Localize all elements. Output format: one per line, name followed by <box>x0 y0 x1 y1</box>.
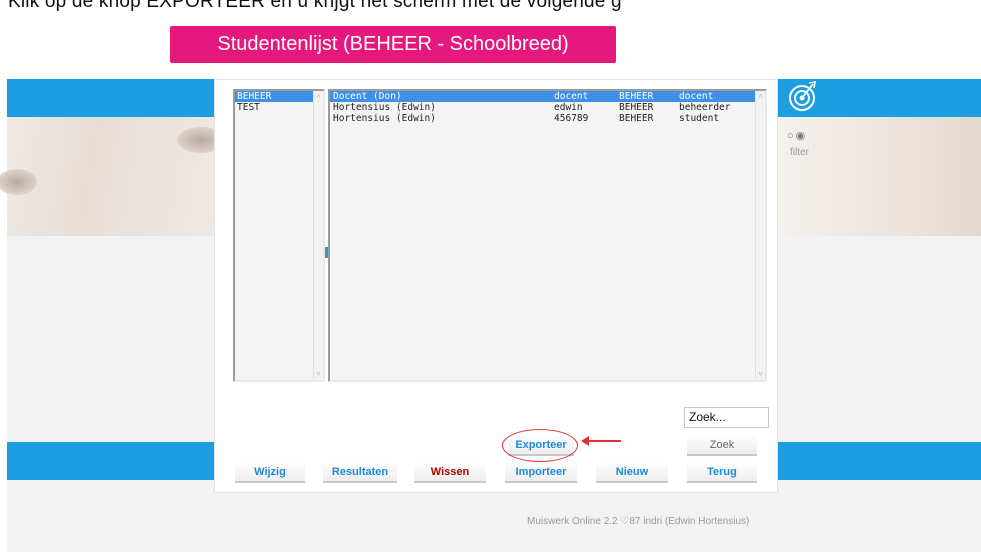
footer-status: Muiswerk Online 2.2 ♡87 indri (Edwin Hor… <box>527 516 750 527</box>
scroll-down-icon[interactable]: ˅ <box>314 370 323 379</box>
annotation-ellipse <box>502 429 578 462</box>
group-list-scrollbar[interactable]: ˄ ˅ <box>313 91 323 380</box>
face-photo-left <box>0 117 225 236</box>
group-list[interactable]: BEHEER TEST ˄ ˅ <box>233 89 325 382</box>
scroll-up-icon[interactable]: ˄ <box>314 92 323 101</box>
resultaten-button[interactable]: Resultaten <box>323 463 397 483</box>
annotation-arrow-line <box>587 440 621 442</box>
student-role: docent <box>679 91 714 102</box>
terug-button[interactable]: Terug <box>687 463 757 483</box>
annotation-arrow-head <box>581 436 589 446</box>
search-input[interactable]: Zoek... <box>684 407 769 428</box>
student-name: Hortensius (Edwin) <box>333 102 436 113</box>
student-name: Docent (Don) <box>333 91 402 102</box>
scroll-up-icon[interactable]: ˄ <box>756 92 765 101</box>
eye-shape <box>0 169 37 195</box>
student-login: 456789 <box>554 113 589 124</box>
scroll-down-icon[interactable]: ˅ <box>756 370 765 379</box>
student-group: BEHEER <box>619 113 654 124</box>
wijzig-button[interactable]: Wijzig <box>235 463 305 483</box>
student-list-scrollbar[interactable]: ˄ ˅ <box>755 91 765 380</box>
zoek-button[interactable]: Zoek <box>687 436 757 456</box>
list-item[interactable]: BEHEER <box>235 91 323 102</box>
student-group: BEHEER <box>619 102 654 113</box>
nieuw-button[interactable]: Nieuw <box>596 463 668 483</box>
instruction-text: Klik op de knop EXPORTEER en u krijgt he… <box>8 0 622 12</box>
table-row[interactable]: Hortensius (Edwin) 456789 BEHEER student <box>330 113 765 124</box>
importeer-button[interactable]: Importeer <box>505 463 577 483</box>
student-login: edwin <box>554 102 583 113</box>
filter-label: filter <box>790 147 809 158</box>
table-row[interactable]: Hortensius (Edwin) edwin BEHEER beheerde… <box>330 102 765 113</box>
wissen-button[interactable]: Wissen <box>414 463 486 483</box>
student-group: BEHEER <box>619 91 654 102</box>
student-login: docent <box>554 91 589 102</box>
student-role: student <box>679 113 720 124</box>
target-icon[interactable] <box>785 80 819 114</box>
face-photo-right <box>778 117 981 236</box>
filter-radio-group[interactable]: ○◉ <box>787 129 807 142</box>
table-row[interactable]: Docent (Don) docent BEHEER docent <box>330 91 765 102</box>
page-title: Studentenlijst (BEHEER - Schoolbreed) <box>170 26 616 63</box>
student-list[interactable]: Docent (Don) docent BEHEER docent Horten… <box>328 89 767 382</box>
list-item[interactable]: TEST <box>235 102 323 113</box>
student-name: Hortensius (Edwin) <box>333 113 436 124</box>
student-role: beheerder <box>679 102 731 113</box>
